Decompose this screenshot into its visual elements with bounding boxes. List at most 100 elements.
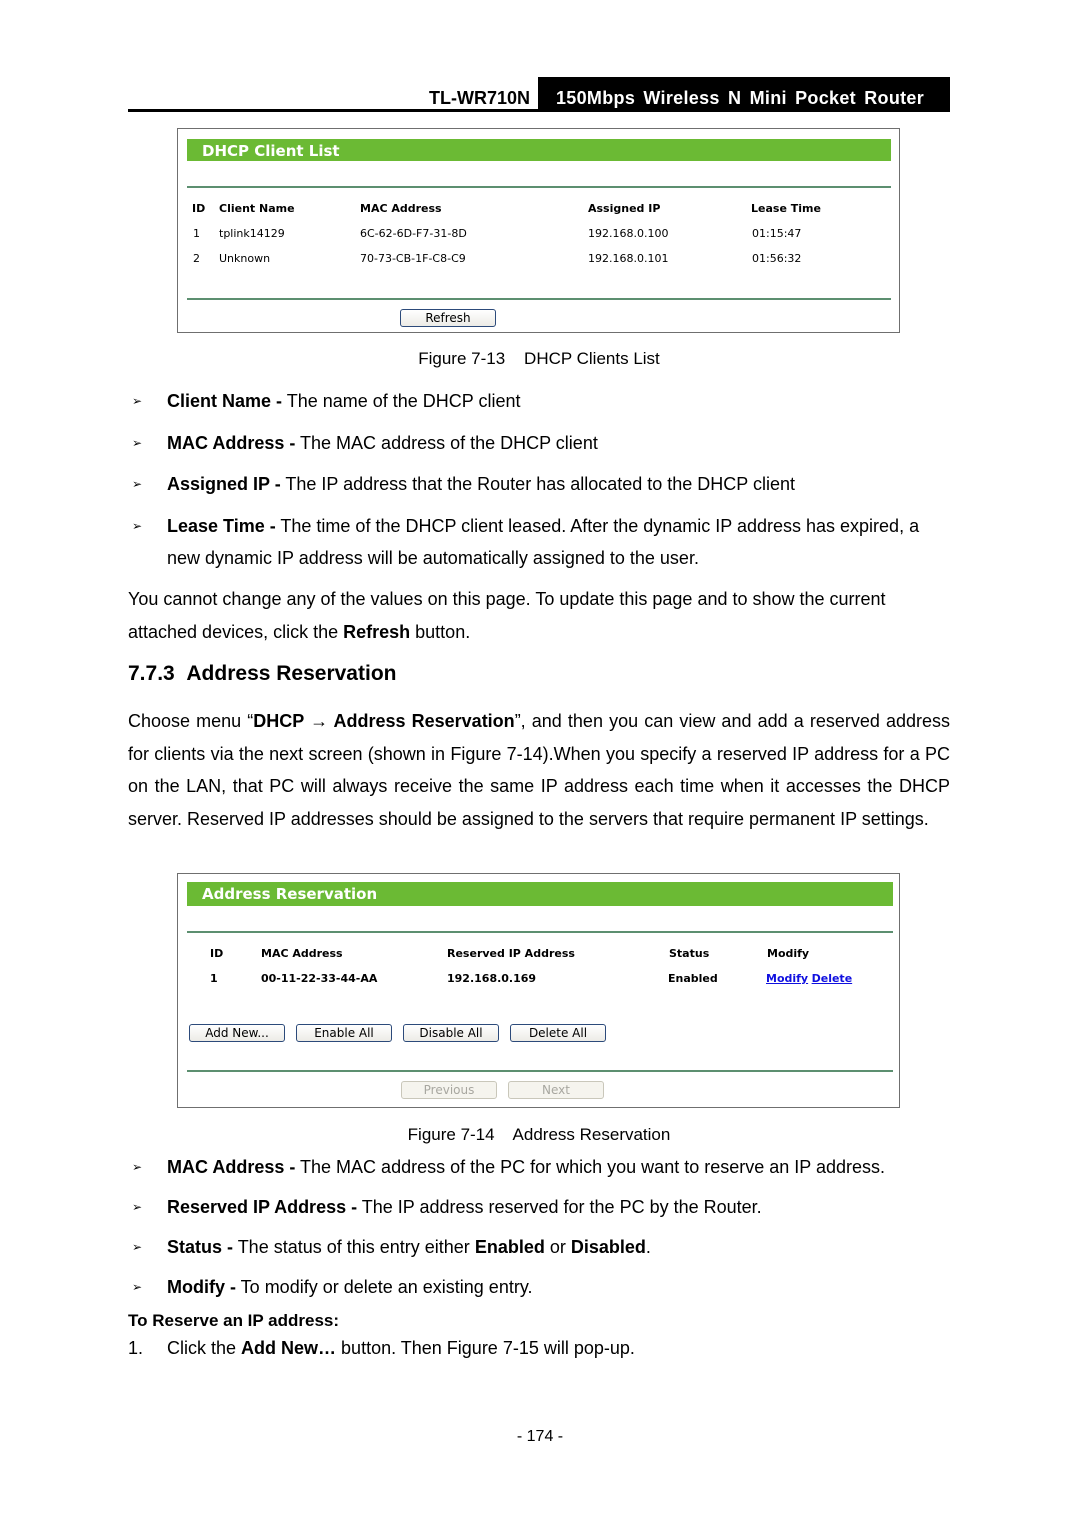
col-header-mac: MAC Address (360, 202, 442, 215)
cell-assigned-ip: 192.168.0.100 (588, 227, 669, 240)
cell-lease-time: 01:15:47 (752, 227, 802, 240)
term: Client Name - (167, 391, 283, 411)
cell-modify: Modify Delete (766, 972, 852, 985)
text: . (645, 1237, 651, 1257)
text: You cannot change any of the values on t… (128, 589, 886, 642)
header-product: 150Mbps Wireless N Mini Pocket Router (538, 77, 950, 111)
col-header-modify: Modify (767, 947, 810, 960)
bullet-modify: ➢ Modify - To modify or delete an existi… (128, 1271, 950, 1303)
term: Modify - (167, 1277, 236, 1297)
col-header-assigned-ip: Assigned IP (588, 202, 661, 215)
intro-paragraph: Choose menu “DHCP → Address Reservation”… (128, 705, 950, 835)
term: MAC Address - (167, 433, 296, 453)
disabled-term: Disabled (570, 1237, 646, 1257)
description: The name of the DHCP client (282, 391, 521, 411)
divider (187, 298, 891, 300)
menu-path: DHCP → Address Reservation (253, 711, 515, 731)
bullet-assigned-ip: ➢ Assigned IP - The IP address that the … (128, 468, 950, 500)
enable-all-button[interactable]: Enable All (296, 1024, 392, 1042)
term: Reserved IP Address - (167, 1197, 358, 1217)
bullet-reserved-ip: ➢ Reserved IP Address - The IP address r… (128, 1191, 950, 1223)
enabled-term: Enabled (474, 1237, 545, 1257)
bullet-arrow-icon: ➢ (132, 394, 143, 408)
panel-title: DHCP Client List (187, 139, 891, 161)
section-number: 7.7.3 (128, 662, 175, 685)
divider (187, 1070, 893, 1072)
step-1: 1. Click the Add New… button. Then Figur… (128, 1338, 950, 1359)
cell-id: 1 (210, 972, 218, 985)
divider (187, 186, 891, 188)
col-header-mac: MAC Address (261, 947, 343, 960)
bullet-arrow-icon: ➢ (132, 436, 143, 450)
bullet-mac-address: ➢ MAC Address - The MAC address of the P… (128, 1151, 950, 1183)
divider (187, 931, 893, 933)
bullet-arrow-icon: ➢ (132, 477, 143, 491)
next-button[interactable]: Next (508, 1081, 604, 1099)
cell-status: Enabled (668, 972, 718, 985)
cell-mac: 6C-62-6D-F7-31-8D (360, 227, 467, 240)
cell-mac: 70-73-CB-1F-C8-C9 (360, 252, 466, 265)
bullet-arrow-icon: ➢ (132, 1280, 143, 1294)
col-header-id: ID (210, 947, 224, 960)
previous-button[interactable]: Previous (401, 1081, 497, 1099)
header-rule (128, 109, 950, 112)
dhcp-client-list-panel: DHCP Client List ID Client Name MAC Addr… (177, 128, 900, 333)
disable-all-button[interactable]: Disable All (403, 1024, 499, 1042)
add-new-term: Add New… (241, 1338, 337, 1358)
cell-lease-time: 01:56:32 (752, 252, 802, 265)
text: Choose menu “ (128, 711, 254, 731)
refresh-button[interactable]: Refresh (400, 309, 496, 327)
delete-link[interactable]: Delete (812, 972, 853, 985)
bullet-lease-time: ➢ Lease Time - The time of the DHCP clie… (128, 510, 950, 574)
bullet-arrow-icon: ➢ (132, 519, 143, 533)
description: The MAC address of the DHCP client (295, 433, 598, 453)
term: Status - (167, 1237, 234, 1257)
refresh-paragraph: You cannot change any of the values on t… (128, 583, 950, 648)
cell-id: 2 (193, 252, 200, 265)
step-number: 1. (128, 1338, 144, 1358)
section-title: Address Reservation (186, 662, 397, 685)
text: button. (410, 621, 471, 642)
text: Click the (167, 1338, 242, 1358)
bullet-client-name: ➢ Client Name - The name of the DHCP cli… (128, 385, 950, 417)
cell-mac: 00-11-22-33-44-AA (261, 972, 378, 985)
description: The status of this entry either (233, 1237, 475, 1257)
bullet-arrow-icon: ➢ (132, 1240, 143, 1254)
cell-assigned-ip: 192.168.0.101 (588, 252, 669, 265)
subheading: To Reserve an IP address: (128, 1311, 340, 1330)
bullet-mac-address: ➢ MAC Address - The MAC address of the D… (128, 427, 950, 459)
term: MAC Address - (167, 1157, 296, 1177)
bullet-arrow-icon: ➢ (132, 1160, 143, 1174)
term: Lease Time - (167, 516, 276, 536)
text: or (544, 1237, 571, 1257)
delete-all-button[interactable]: Delete All (510, 1024, 606, 1042)
cell-reserved-ip: 192.168.0.169 (447, 972, 537, 985)
bullet-status: ➢ Status - The status of this entry eith… (128, 1231, 950, 1263)
address-reservation-panel: Address Reservation ID MAC Address Reser… (177, 873, 900, 1108)
add-new-button[interactable]: Add New... (189, 1024, 285, 1042)
section-heading: 7.7.3 Address Reservation (128, 662, 396, 686)
cell-client-name: tplink14129 (219, 227, 285, 240)
cell-id: 1 (193, 227, 200, 240)
description: The time of the DHCP client leased. Afte… (167, 516, 920, 568)
cell-client-name: Unknown (219, 252, 271, 265)
description: The IP address that the Router has alloc… (280, 474, 796, 494)
text: button. Then Figure 7-15 will pop-up. (336, 1338, 635, 1358)
col-header-lease-time: Lease Time (751, 202, 821, 215)
page-number: - 174 - (516, 1428, 564, 1445)
col-header-client-name: Client Name (219, 202, 295, 215)
col-header-id: ID (192, 202, 206, 215)
term: Assigned IP - (167, 474, 281, 494)
panel-title: Address Reservation (187, 882, 893, 906)
header-model: TL-WR710N (428, 88, 530, 108)
modify-link[interactable]: Modify (766, 972, 808, 985)
figure-caption: Figure 7-13 DHCP Clients List (418, 349, 660, 368)
col-header-status: Status (669, 947, 710, 960)
description: The IP address reserved for the PC by th… (357, 1197, 762, 1217)
description: To modify or delete an existing entry. (236, 1277, 533, 1297)
bullet-arrow-icon: ➢ (132, 1200, 143, 1214)
description: The MAC address of the PC for which you … (295, 1157, 885, 1177)
col-header-reserved-ip: Reserved IP Address (447, 947, 575, 960)
refresh-term: Refresh (343, 621, 411, 642)
figure-caption: Figure 7-14 Address Reservation (407, 1125, 671, 1144)
